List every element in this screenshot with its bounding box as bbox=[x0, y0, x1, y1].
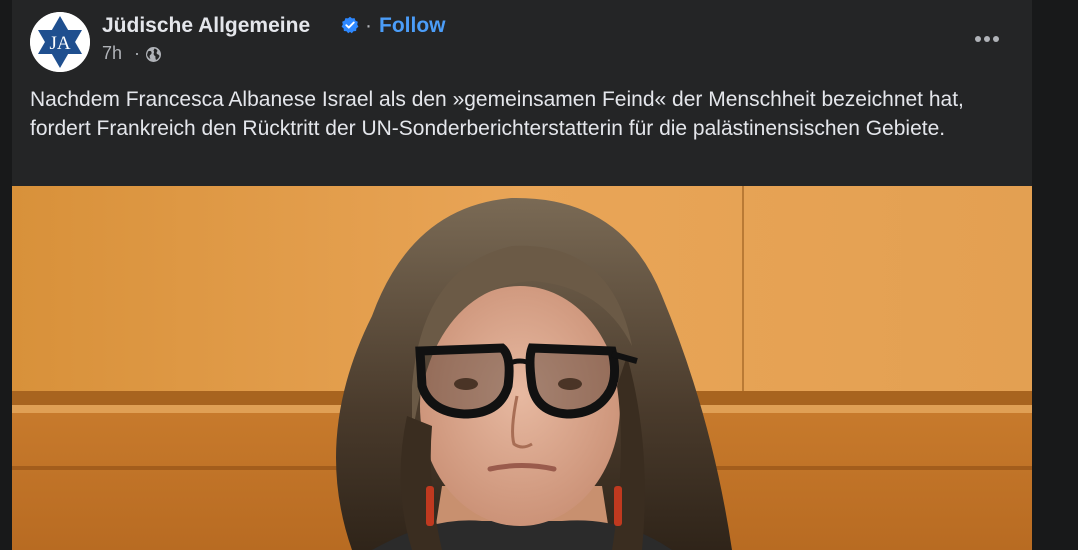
photo-illustration bbox=[12, 186, 1032, 550]
post-photo[interactable] bbox=[12, 186, 1032, 550]
post-timestamp[interactable]: 7h bbox=[102, 43, 122, 64]
more-options-icon bbox=[975, 36, 999, 42]
follow-button[interactable]: Follow bbox=[379, 14, 446, 38]
header-separator: · bbox=[365, 14, 372, 37]
star-of-david-logo-icon: JA bbox=[30, 12, 90, 72]
meta-separator: · bbox=[134, 43, 140, 63]
post-header: JA Jüdische Allgemeine · Follow 7h · bbox=[12, 0, 1032, 80]
post-caption: Nachdem Francesca Albanese Israel als de… bbox=[30, 88, 964, 140]
globe-icon[interactable] bbox=[145, 46, 162, 63]
page-avatar[interactable]: JA bbox=[30, 12, 90, 72]
verified-badge-icon bbox=[341, 16, 359, 34]
page-name-link[interactable]: Jüdische Allgemeine bbox=[102, 14, 310, 38]
more-options-button[interactable] bbox=[970, 26, 1004, 52]
avatar-text: JA bbox=[49, 33, 70, 54]
post-card: JA Jüdische Allgemeine · Follow 7h · Nac… bbox=[12, 0, 1032, 550]
